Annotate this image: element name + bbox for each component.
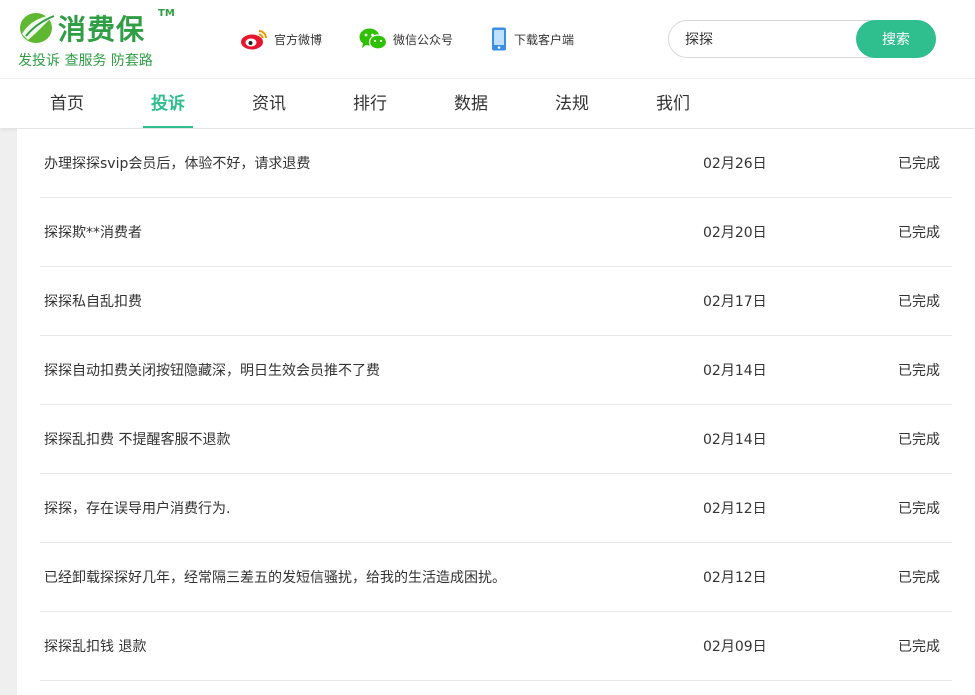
complaint-date: 02月12日 bbox=[703, 501, 767, 517]
search-input[interactable] bbox=[685, 29, 855, 49]
download-app-label: 下载客户端 bbox=[514, 32, 575, 47]
complaint-date: 02月12日 bbox=[703, 570, 767, 586]
leaf-logo-icon bbox=[20, 13, 56, 43]
search-box: 搜索 bbox=[668, 20, 936, 58]
nav-item-about[interactable]: 我们 bbox=[656, 79, 690, 129]
complaint-title[interactable]: 已经卸载探探好几年，经常隔三差五的发短信骚扰，给我的生活造成困扰。 bbox=[44, 567, 506, 587]
complaint-row[interactable]: 探探乱扣钱 退款 02月09日 已完成 bbox=[40, 612, 952, 681]
weibo-icon bbox=[241, 30, 267, 50]
complaint-title[interactable]: 探探，存在误导用户消费行为. bbox=[44, 498, 230, 518]
complaint-date: 02月09日 bbox=[703, 639, 767, 655]
complaint-status: 已完成 bbox=[898, 363, 940, 379]
phone-icon bbox=[492, 27, 506, 51]
complaint-list: 办理探探svip会员后，体验不好，请求退费 02月26日 已完成 探探欺**消费… bbox=[17, 129, 975, 695]
complaint-row[interactable]: 探探乱扣费 不提醒客服不退款 02月14日 已完成 bbox=[40, 405, 952, 474]
complaint-title[interactable]: 探探欺**消费者 bbox=[44, 222, 142, 242]
complaint-row[interactable]: 已经卸载探探好几年，经常隔三差五的发短信骚扰，给我的生活造成困扰。 02月12日… bbox=[40, 543, 952, 612]
weibo-link-label: 官方微博 bbox=[274, 32, 323, 47]
complaint-status: 已完成 bbox=[898, 432, 940, 448]
complaint-date: 02月14日 bbox=[703, 432, 767, 448]
complaint-date: 02月17日 bbox=[703, 294, 767, 310]
complaint-status: 已完成 bbox=[898, 570, 940, 586]
wechat-link[interactable]: 微信公众号 bbox=[359, 26, 453, 52]
complaint-status: 已完成 bbox=[898, 225, 940, 241]
complaint-status: 已完成 bbox=[898, 156, 940, 172]
complaint-title[interactable]: 探探乱扣钱 退款 bbox=[44, 636, 146, 656]
logo-title: 消费保 bbox=[58, 13, 146, 46]
complaint-date: 02月14日 bbox=[703, 363, 767, 379]
site-logo[interactable]: 消费保 TM 发投诉 查服务 防套路 bbox=[18, 8, 188, 72]
complaint-status: 已完成 bbox=[898, 501, 940, 517]
nav-item-regulations[interactable]: 法规 bbox=[555, 79, 589, 129]
complaint-status: 已完成 bbox=[898, 639, 940, 655]
complaint-row[interactable]: 探探欺**消费者 02月20日 已完成 bbox=[40, 198, 952, 267]
complaint-title[interactable]: 探探乱扣费 不提醒客服不退款 bbox=[44, 429, 230, 449]
nav-item-home[interactable]: 首页 bbox=[50, 79, 84, 129]
wechat-icon bbox=[359, 28, 387, 50]
site-header: 消费保 TM 发投诉 查服务 防套路 官方微博 微信公众号 下载客户端 探探 搜… bbox=[0, 0, 975, 78]
nav-item-ranking[interactable]: 排行 bbox=[353, 79, 387, 129]
download-app-link[interactable]: 下载客户端 bbox=[490, 26, 574, 52]
complaint-title[interactable]: 办理探探svip会员后，体验不好，请求退费 bbox=[44, 153, 310, 173]
complaint-date: 02月20日 bbox=[703, 225, 767, 241]
complaint-title[interactable]: 探探自动扣费关闭按钮隐藏深，明日生效会员推不了费 bbox=[44, 360, 380, 380]
complaint-row[interactable]: 探探，存在误导用户消费行为. 02月12日 已完成 bbox=[40, 474, 952, 543]
complaint-row[interactable]: 探探自动扣费关闭按钮隐藏深，明日生效会员推不了费 02月14日 已完成 bbox=[40, 336, 952, 405]
nav-item-news[interactable]: 资讯 bbox=[252, 79, 286, 129]
complaint-row[interactable]: 探探私自乱扣费 02月17日 已完成 bbox=[40, 267, 952, 336]
complaint-date: 02月26日 bbox=[703, 156, 767, 172]
logo-slogan: 发投诉 查服务 防套路 bbox=[18, 53, 153, 69]
complaint-title[interactable]: 探探私自乱扣费 bbox=[44, 291, 142, 311]
wechat-link-label: 微信公众号 bbox=[393, 32, 454, 47]
nav-item-data[interactable]: 数据 bbox=[454, 79, 488, 129]
logo-trademark: TM bbox=[158, 8, 175, 19]
complaint-status: 已完成 bbox=[898, 294, 940, 310]
complaint-row[interactable]: 办理探探svip会员后，体验不好，请求退费 02月26日 已完成 bbox=[40, 129, 952, 198]
weibo-link[interactable]: 官方微博 bbox=[240, 26, 322, 52]
main-nav: 首页 投诉 资讯 排行 数据 法规 我们 bbox=[0, 78, 975, 128]
nav-item-complaints[interactable]: 投诉 bbox=[143, 79, 193, 129]
search-button[interactable]: 搜索 bbox=[856, 20, 936, 58]
